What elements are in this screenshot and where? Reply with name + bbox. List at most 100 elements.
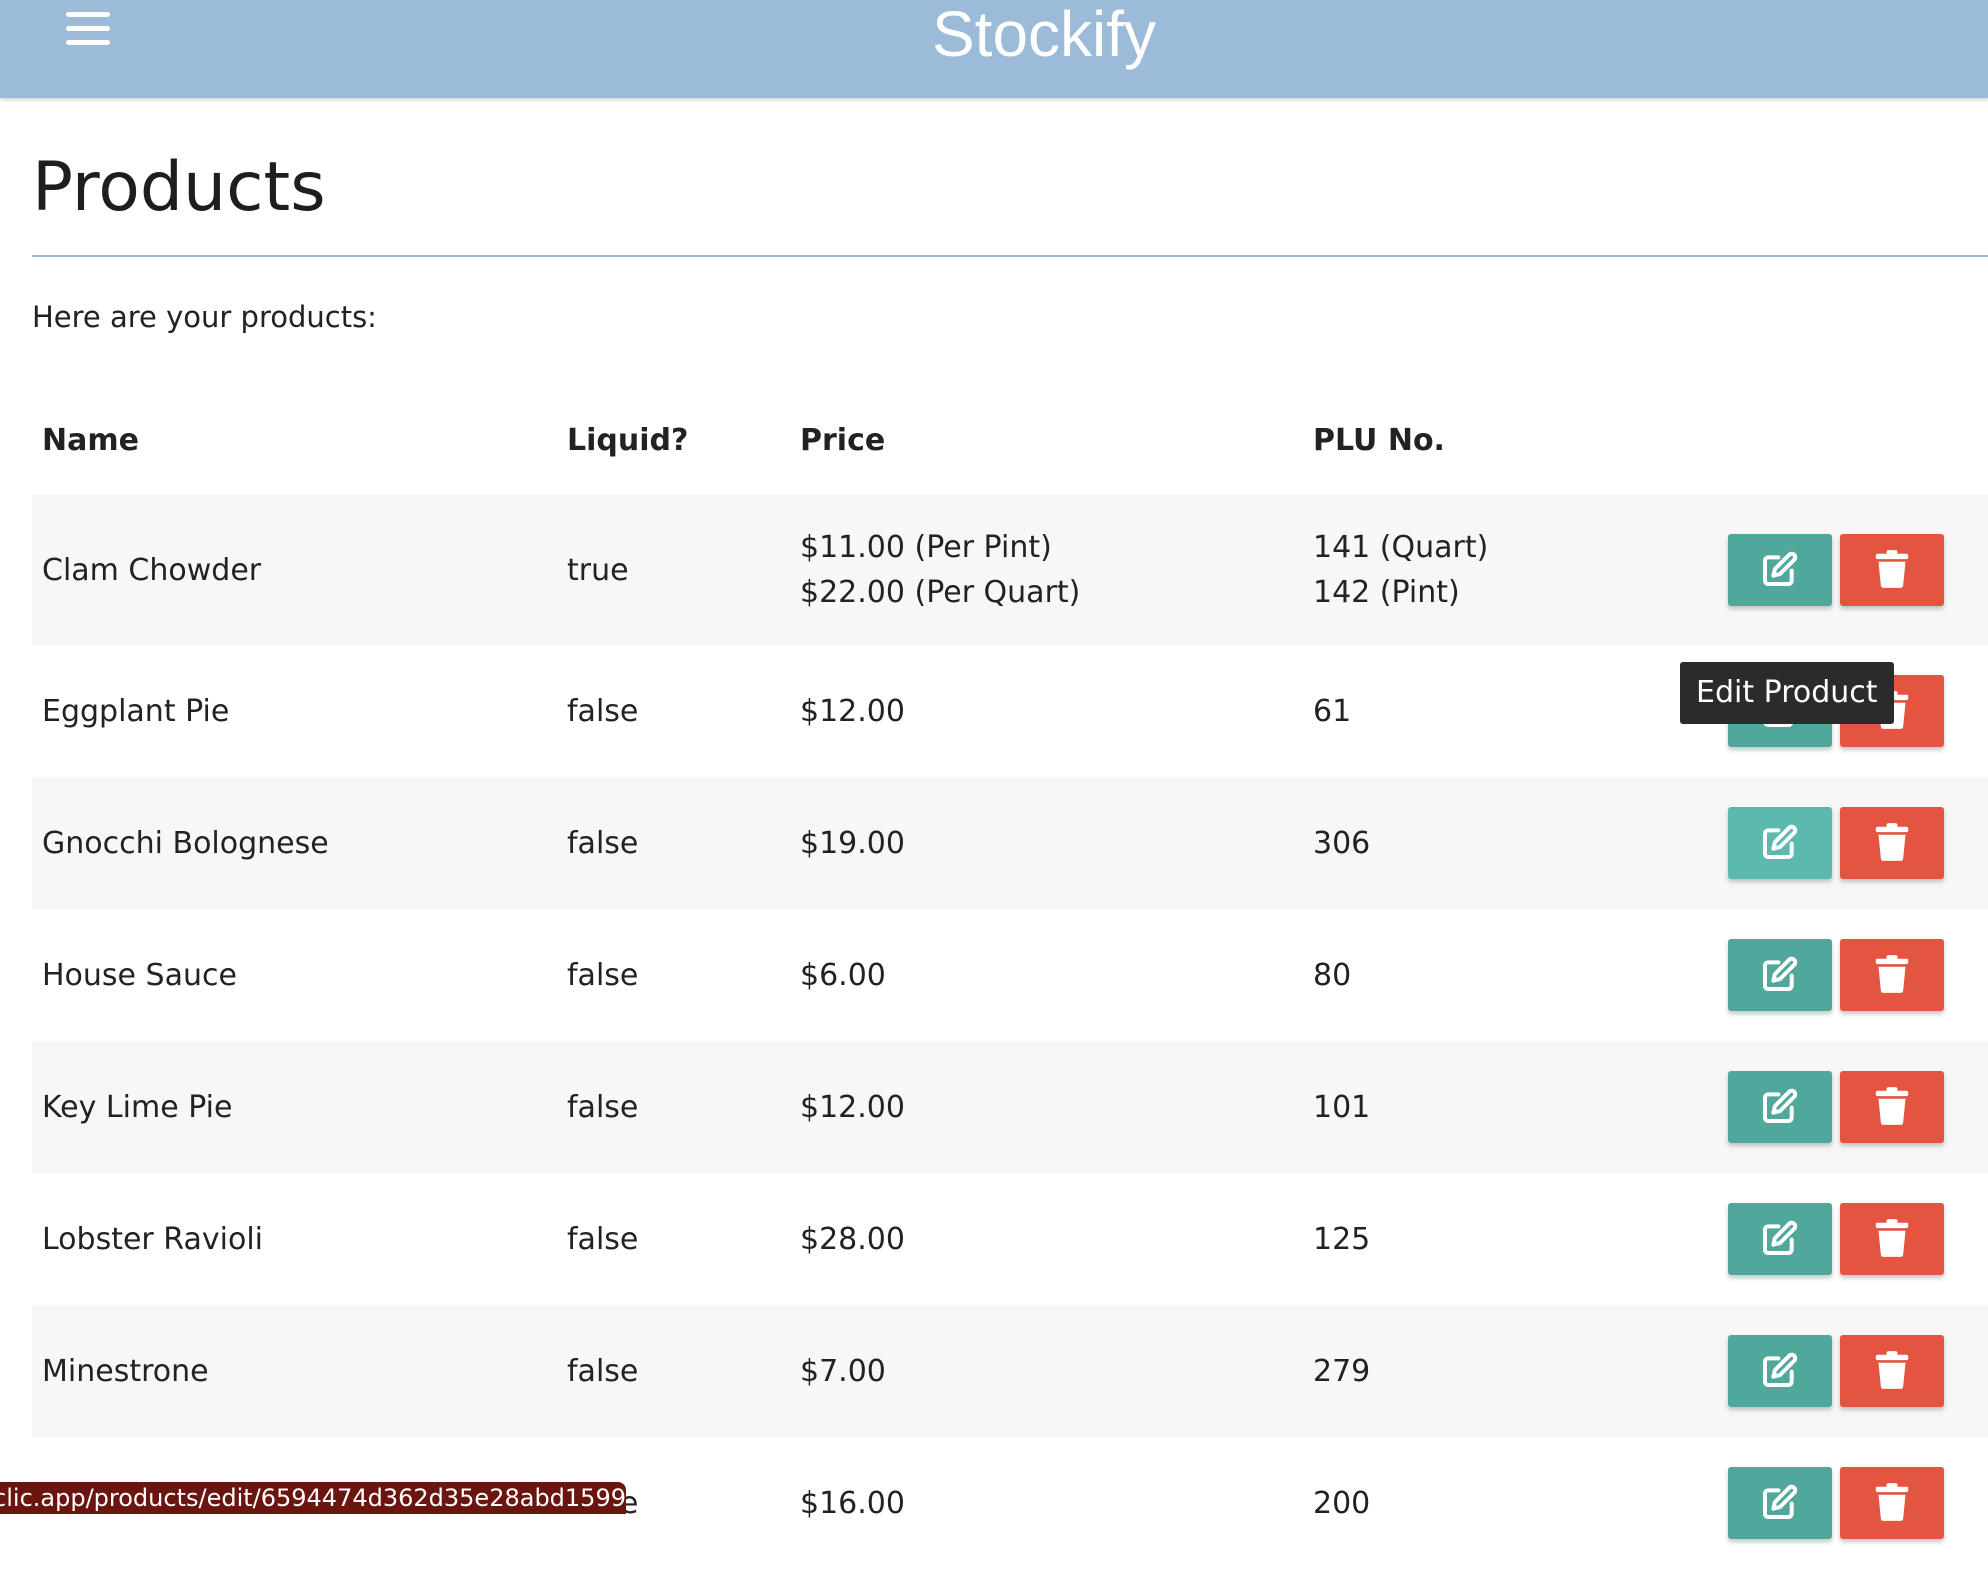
price-line: $11.00 (Per Pint) bbox=[800, 530, 1052, 565]
plu-line: 125 bbox=[1313, 1221, 1371, 1257]
top-navbar: Stockify bbox=[0, 0, 1988, 98]
header-plu: PLU No. bbox=[1313, 422, 1445, 458]
delete-button[interactable] bbox=[1840, 807, 1944, 879]
product-plu: 306 bbox=[1303, 777, 1718, 909]
intro-text: Here are your products: bbox=[32, 300, 377, 334]
price-line: $6.00 bbox=[800, 957, 886, 993]
price-line: $28.00 bbox=[800, 1221, 905, 1257]
trash-icon bbox=[1874, 954, 1910, 997]
product-name: Clam Chowder bbox=[42, 552, 262, 588]
product-name: House Sauce bbox=[42, 957, 237, 993]
table-row: Lobster Ravioli false $28.00 125 bbox=[32, 1173, 1988, 1305]
table-header-row: Name Liquid? Price PLU No. bbox=[32, 385, 1988, 495]
product-liquid: false bbox=[567, 957, 639, 993]
action-buttons bbox=[1728, 807, 1988, 879]
edit-button[interactable] bbox=[1728, 807, 1832, 879]
edit-icon bbox=[1760, 1218, 1800, 1261]
product-price: $7.00 bbox=[790, 1305, 1303, 1437]
main-content: Products Here are your products: Name Li… bbox=[32, 98, 1988, 1569]
product-name: Gnocchi Bolognese bbox=[42, 825, 329, 861]
product-plu: 125 bbox=[1303, 1173, 1718, 1305]
table-row: Clam Chowder true $11.00 (Per Pint) $22.00 … bbox=[32, 495, 1988, 645]
plu-line: 306 bbox=[1313, 825, 1371, 861]
header-name: Name bbox=[42, 422, 139, 458]
status-url-text: yclic.app/products/edit/6594474d362d35e2… bbox=[0, 1484, 626, 1512]
delete-button[interactable] bbox=[1840, 939, 1944, 1011]
plu-line: 142 (Pint) bbox=[1313, 575, 1460, 610]
product-price: $16.00 bbox=[790, 1437, 1303, 1569]
edit-button[interactable] bbox=[1728, 1335, 1832, 1407]
plu-line: 200 bbox=[1313, 1485, 1371, 1521]
header-actions bbox=[1718, 385, 1988, 495]
brand-title[interactable]: Stockify bbox=[0, 0, 1988, 68]
action-buttons bbox=[1728, 1335, 1988, 1407]
header-liquid: Liquid? bbox=[567, 422, 689, 458]
plu-line: 279 bbox=[1313, 1353, 1371, 1389]
product-plu: 141 (Quart) 142 (Pint) bbox=[1303, 495, 1718, 645]
edit-button[interactable] bbox=[1728, 1071, 1832, 1143]
delete-button[interactable] bbox=[1840, 1467, 1944, 1539]
product-price: $12.00 bbox=[790, 645, 1303, 777]
price-line: $12.00 bbox=[800, 1089, 905, 1125]
delete-button[interactable] bbox=[1840, 1203, 1944, 1275]
action-buttons bbox=[1728, 939, 1988, 1011]
row-actions bbox=[1718, 1173, 1988, 1305]
delete-button[interactable] bbox=[1840, 1071, 1944, 1143]
product-liquid: false bbox=[567, 1089, 639, 1125]
row-actions bbox=[1718, 1437, 1988, 1569]
row-actions bbox=[1718, 909, 1988, 1041]
product-plu: 80 bbox=[1303, 909, 1718, 1041]
table-row: House Sauce false $6.00 80 bbox=[32, 909, 1988, 1041]
trash-icon bbox=[1874, 1350, 1910, 1393]
trash-icon bbox=[1874, 1482, 1910, 1525]
product-name: Key Lime Pie bbox=[42, 1089, 233, 1125]
product-name: Lobster Ravioli bbox=[42, 1221, 263, 1257]
product-plu: 101 bbox=[1303, 1041, 1718, 1173]
product-price: $19.00 bbox=[790, 777, 1303, 909]
product-plu: 279 bbox=[1303, 1305, 1718, 1437]
price-line: $22.00 (Per Quart) bbox=[800, 575, 1081, 610]
action-buttons bbox=[1728, 1071, 1988, 1143]
edit-button[interactable] bbox=[1728, 534, 1832, 606]
product-plu: 200 bbox=[1303, 1437, 1718, 1569]
product-liquid: false bbox=[567, 1353, 639, 1389]
edit-product-tooltip: Edit Product bbox=[1680, 662, 1894, 724]
edit-icon bbox=[1760, 1350, 1800, 1393]
row-actions bbox=[1718, 1041, 1988, 1173]
action-buttons bbox=[1728, 1203, 1988, 1275]
header-price: Price bbox=[800, 422, 886, 458]
product-liquid: false bbox=[567, 1221, 639, 1257]
trash-icon bbox=[1874, 1086, 1910, 1129]
products-table: Name Liquid? Price PLU No. Clam Chowder t… bbox=[32, 385, 1988, 1569]
table-row: Minestrone false $7.00 279 bbox=[32, 1305, 1988, 1437]
trash-icon bbox=[1874, 1218, 1910, 1261]
row-actions bbox=[1718, 777, 1988, 909]
table-row: Gnocchi Bolognese false $19.00 306 bbox=[32, 777, 1988, 909]
product-price: $6.00 bbox=[790, 909, 1303, 1041]
delete-button[interactable] bbox=[1840, 534, 1944, 606]
plu-line: 80 bbox=[1313, 957, 1352, 993]
action-buttons bbox=[1728, 1467, 1988, 1539]
edit-icon bbox=[1760, 549, 1800, 592]
edit-button[interactable] bbox=[1728, 1203, 1832, 1275]
delete-button[interactable] bbox=[1840, 1335, 1944, 1407]
edit-button[interactable] bbox=[1728, 939, 1832, 1011]
price-line: $7.00 bbox=[800, 1353, 886, 1389]
action-buttons bbox=[1728, 534, 1988, 606]
product-plu: 61 bbox=[1303, 645, 1718, 777]
product-liquid: false bbox=[567, 693, 639, 729]
product-price: $12.00 bbox=[790, 1041, 1303, 1173]
edit-icon bbox=[1760, 822, 1800, 865]
title-divider bbox=[32, 255, 1988, 257]
trash-icon bbox=[1874, 549, 1910, 592]
status-bar-url: yclic.app/products/edit/6594474d362d35e2… bbox=[0, 1482, 626, 1514]
row-actions bbox=[1718, 1305, 1988, 1437]
product-price: $11.00 (Per Pint) $22.00 (Per Quart) bbox=[790, 495, 1303, 645]
table-row: Key Lime Pie false $12.00 101 bbox=[32, 1041, 1988, 1173]
price-line: $19.00 bbox=[800, 825, 905, 861]
edit-button[interactable] bbox=[1728, 1467, 1832, 1539]
product-liquid: false bbox=[567, 825, 639, 861]
price-line: $16.00 bbox=[800, 1485, 905, 1521]
edit-icon bbox=[1760, 1086, 1800, 1129]
price-line: $12.00 bbox=[800, 693, 905, 729]
